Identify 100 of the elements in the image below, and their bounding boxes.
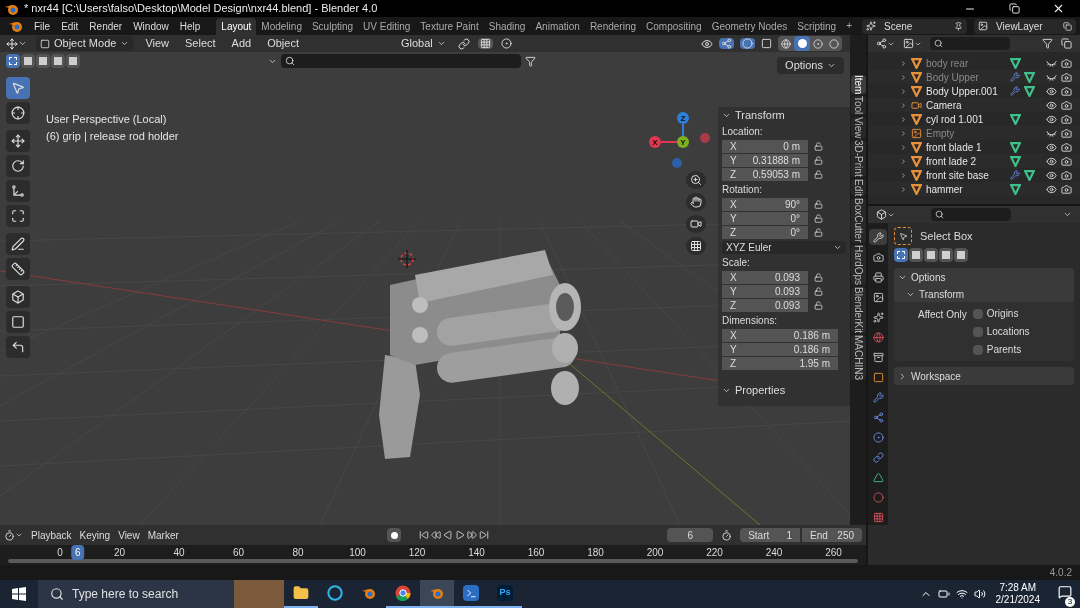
sidebar-tab[interactable]: View — [850, 116, 866, 139]
orientation-dropdown[interactable]: Global — [397, 35, 450, 52]
editor-type-icon[interactable] — [4, 529, 23, 541]
workspace-tab[interactable]: Layout — [216, 17, 257, 35]
sidebar-tab[interactable]: HardOps — [850, 244, 866, 285]
transform-icon[interactable] — [6, 205, 30, 227]
number-field[interactable]: X 0 m — [722, 139, 808, 153]
jump-end-icon[interactable] — [479, 530, 490, 540]
eye-icon[interactable] — [1046, 85, 1057, 97]
number-field[interactable]: Z 0.59053 m — [722, 167, 808, 181]
scene-selector[interactable]: Scene — [862, 18, 968, 34]
windows-logo-icon[interactable] — [12, 587, 26, 601]
search-field[interactable]: Type here to search — [38, 580, 234, 608]
workspace-tab[interactable]: UV Editing — [358, 17, 416, 35]
link-icon[interactable] — [457, 37, 470, 50]
editor-type-icon[interactable] — [4, 37, 28, 50]
scale-icon[interactable] — [6, 180, 30, 202]
search-field[interactable] — [930, 37, 1010, 50]
viewport-menu[interactable]: Select — [181, 35, 220, 52]
record-icon[interactable] — [386, 528, 402, 542]
proportional-icon[interactable] — [500, 38, 512, 49]
select-icon[interactable] — [6, 77, 30, 99]
workspace-tab[interactable]: Animation — [530, 17, 585, 35]
zoom-icon[interactable] — [686, 171, 706, 189]
lock-icon[interactable] — [814, 199, 823, 209]
xray-icon[interactable] — [761, 38, 772, 49]
number-field[interactable]: Z 0° — [722, 225, 808, 239]
number-field[interactable]: Y 0.093 — [722, 284, 808, 298]
taskbar-app-button[interactable]: Ps — [488, 580, 522, 608]
selection-mode-toggle[interactable] — [66, 54, 80, 68]
workspace-tab[interactable]: Compositing — [641, 17, 707, 35]
camera-icon[interactable] — [1061, 85, 1072, 97]
eye-icon[interactable] — [1046, 183, 1057, 195]
move-icon[interactable] — [6, 130, 30, 152]
eye-icon[interactable] — [1046, 99, 1057, 111]
lock-icon[interactable] — [814, 169, 823, 179]
menu-item[interactable]: File — [29, 18, 56, 34]
camera-icon[interactable] — [1061, 141, 1072, 153]
selection-mode-toggle[interactable] — [6, 54, 20, 68]
square-icon[interactable] — [6, 311, 30, 333]
rendered-shading-toggle[interactable] — [826, 36, 842, 51]
current-frame-field[interactable]: 6 — [667, 528, 714, 542]
solid-shading-toggle[interactable] — [794, 36, 810, 51]
outliner-row[interactable]: front blade 1 — [868, 140, 1080, 154]
eye-icon[interactable] — [1046, 113, 1057, 125]
tool-icon[interactable] — [869, 229, 887, 245]
camera-icon[interactable] — [1061, 169, 1072, 181]
menu-item[interactable]: Edit — [56, 18, 84, 34]
number-field[interactable]: Y 0.186 m — [722, 342, 838, 356]
eye-icon[interactable] — [701, 37, 713, 50]
camera-icon[interactable] — [1061, 127, 1072, 139]
camera-icon[interactable] — [1061, 71, 1072, 83]
lock-icon[interactable] — [814, 141, 823, 151]
number-field[interactable]: Y 0.31888 m — [722, 153, 808, 167]
checkbox[interactable] — [972, 326, 983, 337]
selection-mode-toggle[interactable] — [909, 248, 923, 262]
jump-start-icon[interactable] — [419, 530, 430, 540]
workspace-tab[interactable]: Shading — [483, 17, 531, 35]
wireframe-shading-toggle[interactable] — [778, 36, 794, 51]
camera-icon[interactable] — [1061, 113, 1072, 125]
number-field[interactable]: X 90° — [722, 197, 808, 211]
selection-mode-toggle[interactable] — [21, 54, 35, 68]
sidebar-tab[interactable]: BoxCutter — [850, 198, 866, 243]
panel-title[interactable]: Workspace — [911, 368, 961, 384]
battery-icon[interactable] — [937, 588, 950, 600]
play-icon[interactable] — [455, 530, 466, 540]
cursor-icon[interactable] — [6, 102, 30, 124]
wifi-icon[interactable] — [955, 588, 968, 600]
camera-icon[interactable] — [1061, 155, 1072, 167]
search-field[interactable] — [931, 208, 1011, 221]
number-field[interactable]: Z 0.093 — [722, 298, 808, 312]
outliner-type-icon[interactable] — [876, 38, 895, 49]
playhead-frame[interactable]: 6 — [71, 545, 85, 560]
workspace-tab[interactable]: Rendering — [584, 17, 642, 35]
panel-title[interactable]: Properties — [735, 381, 786, 399]
volume-icon[interactable] — [973, 588, 986, 600]
play-reverse-icon[interactable] — [443, 530, 454, 540]
sidebar-tab[interactable]: Tool — [850, 96, 866, 115]
sidebar-tab[interactable]: MACHIN3 — [850, 334, 866, 380]
lock-icon[interactable] — [814, 227, 823, 237]
camera-icon[interactable] — [1061, 183, 1072, 195]
menu-item[interactable]: Window — [128, 18, 174, 34]
selection-mode-toggle[interactable] — [954, 248, 968, 262]
number-field[interactable]: Y 0° — [722, 211, 808, 225]
gizmo-toggle-icon[interactable] — [719, 38, 734, 49]
timeline-menu[interactable]: Marker — [147, 527, 179, 543]
filter-icon[interactable] — [525, 55, 536, 67]
copy-icon[interactable] — [1063, 21, 1072, 31]
outliner-row[interactable]: cyl rod 1.001 — [868, 112, 1080, 126]
sidebar-tab[interactable]: Edit — [850, 179, 866, 197]
scrollbar[interactable] — [8, 559, 858, 563]
lock-icon[interactable] — [814, 300, 823, 310]
ruler-icon[interactable] — [6, 258, 30, 280]
eye-icon[interactable] — [1046, 141, 1057, 153]
view-layer-selector[interactable]: ViewLayer — [974, 18, 1076, 34]
stopwatch-icon[interactable] — [721, 529, 733, 541]
mode-dropdown[interactable]: Object Mode — [36, 36, 134, 51]
previous-keyframe-icon[interactable] — [431, 530, 442, 540]
rotate-icon[interactable] — [6, 155, 30, 177]
notification-icon[interactable] — [1058, 584, 1072, 599]
